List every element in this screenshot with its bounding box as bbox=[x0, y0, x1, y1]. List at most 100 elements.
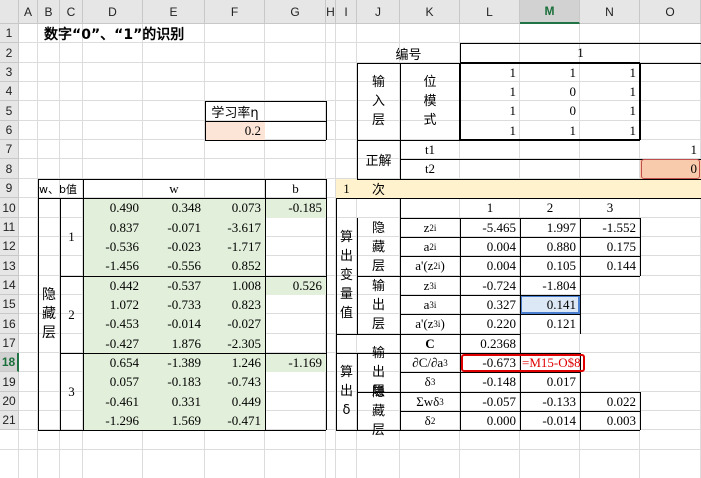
id-value[interactable]: 1 bbox=[460, 43, 701, 63]
row-header-21[interactable]: 21 bbox=[0, 411, 19, 430]
hidden-label[interactable]: 隐藏层 bbox=[357, 218, 400, 276]
pattern-cell[interactable]: 1 bbox=[460, 82, 520, 101]
pattern-cell[interactable]: 1 bbox=[460, 63, 520, 82]
row-header-7[interactable]: 7 bbox=[0, 140, 19, 159]
weight-cell[interactable]: -0.471 bbox=[205, 411, 265, 430]
output-value[interactable]: -1.804 bbox=[520, 276, 580, 295]
hidden-value[interactable]: 0.004 bbox=[460, 237, 520, 256]
weight-cell[interactable]: 0.449 bbox=[205, 392, 265, 411]
neuron-header[interactable]: 3 bbox=[580, 198, 640, 218]
iteration-label[interactable]: 次 bbox=[357, 179, 400, 198]
column-header-L[interactable]: L bbox=[460, 0, 520, 24]
weight-cell[interactable]: -0.733 bbox=[143, 295, 205, 314]
neuron-number[interactable]: 3 bbox=[60, 353, 83, 430]
column-header-I[interactable]: I bbox=[336, 0, 357, 24]
weight-cell[interactable]: -0.027 bbox=[205, 314, 265, 334]
delta-hidden-value[interactable]: -0.014 bbox=[520, 411, 580, 430]
hidden-value[interactable]: 0.105 bbox=[520, 256, 580, 276]
weight-cell[interactable]: 0.852 bbox=[205, 256, 265, 276]
row-header-15[interactable]: 15 bbox=[0, 295, 19, 314]
row-header-17[interactable]: 17 bbox=[0, 334, 19, 353]
pattern-cell[interactable]: 1 bbox=[580, 101, 640, 121]
delta-hidden-value[interactable]: -0.057 bbox=[460, 392, 520, 411]
row-header-13[interactable]: 13 bbox=[0, 256, 19, 276]
compute-vars-label[interactable]: 算出变量值 bbox=[336, 198, 357, 353]
spreadsheet[interactable]: A B C D E F G H I J K L M N O 1 2 3 4 5 6 7 8 9 10 11 12 13 14 15 16 17… bbox=[0, 0, 701, 478]
output-label[interactable]: 输出层 bbox=[357, 276, 400, 334]
row-header-16[interactable]: 16 bbox=[0, 314, 19, 334]
row-header-5[interactable]: 5 bbox=[0, 101, 19, 121]
weight-cell[interactable]: 1.246 bbox=[205, 353, 265, 372]
weight-cell[interactable]: 0.442 bbox=[83, 276, 143, 295]
hidden-value[interactable]: -5.465 bbox=[460, 218, 520, 237]
weight-cell[interactable]: 0.348 bbox=[143, 198, 205, 218]
hidden-value[interactable]: -1.552 bbox=[580, 218, 640, 237]
answer-label[interactable]: 正解 bbox=[357, 140, 400, 179]
column-header-D[interactable]: D bbox=[83, 0, 143, 24]
row-header-2[interactable]: 2 bbox=[0, 43, 19, 63]
delta-hidden-value[interactable]: 0.022 bbox=[580, 392, 640, 411]
delta-hidden-value[interactable]: 0.000 bbox=[460, 411, 520, 430]
weight-cell[interactable]: -0.023 bbox=[143, 237, 205, 256]
bias-cell[interactable]: -1.169 bbox=[265, 353, 326, 372]
hidden-layer-label[interactable]: 隐藏层 bbox=[38, 198, 60, 430]
weight-cell[interactable]: -0.071 bbox=[143, 218, 205, 237]
weight-cell[interactable]: -0.461 bbox=[83, 392, 143, 411]
column-header-F[interactable]: F bbox=[205, 0, 265, 24]
weight-cell[interactable]: 1.569 bbox=[143, 411, 205, 430]
weight-cell[interactable]: 0.823 bbox=[205, 295, 265, 314]
column-header-H[interactable]: H bbox=[326, 0, 336, 24]
row-header-19[interactable]: 19 bbox=[0, 372, 19, 392]
weight-cell[interactable]: -1.717 bbox=[205, 237, 265, 256]
hidden-row-label[interactable]: a'(z 2 i) bbox=[400, 256, 460, 276]
output-value[interactable]: -0.724 bbox=[460, 276, 520, 295]
row-header-9[interactable]: 9 bbox=[0, 179, 19, 198]
delta-hidden-row-label[interactable]: Σwδ 3 bbox=[400, 392, 460, 411]
row-header-1[interactable]: 1 bbox=[0, 24, 19, 43]
pattern-cell[interactable]: 1 bbox=[580, 82, 640, 101]
weight-cell[interactable]: -1.456 bbox=[83, 256, 143, 276]
column-header-G[interactable]: G bbox=[265, 0, 326, 24]
weight-cell[interactable]: -0.556 bbox=[143, 256, 205, 276]
delta-output-row-label[interactable]: ∂C/∂a 3 bbox=[400, 353, 460, 372]
row-header-4[interactable]: 4 bbox=[0, 82, 19, 101]
b-header[interactable]: b bbox=[265, 179, 326, 198]
column-header-K[interactable]: K bbox=[400, 0, 460, 24]
weight-cell[interactable]: 0.837 bbox=[83, 218, 143, 237]
output-row-label[interactable]: a'(z 3 i) bbox=[400, 314, 460, 334]
bias-cell[interactable]: 0.526 bbox=[265, 276, 326, 295]
row-header-8[interactable]: 8 bbox=[0, 159, 19, 179]
weight-cell[interactable]: -3.617 bbox=[205, 218, 265, 237]
output-value[interactable]: 0.141 bbox=[520, 295, 580, 314]
hidden-row-label[interactable]: z2i bbox=[400, 218, 460, 237]
weight-cell[interactable]: 0.490 bbox=[83, 198, 143, 218]
column-header-N[interactable]: N bbox=[580, 0, 640, 24]
weight-cell[interactable]: -1.296 bbox=[83, 411, 143, 430]
iteration-value[interactable]: 1 bbox=[336, 179, 357, 198]
weight-cell[interactable]: 1.876 bbox=[143, 334, 205, 353]
column-header-A[interactable]: A bbox=[19, 0, 38, 24]
cost-label[interactable]: C bbox=[400, 334, 460, 353]
output-row-label[interactable]: z3i bbox=[400, 276, 460, 295]
pattern-cell[interactable]: 1 bbox=[520, 63, 580, 82]
t1-label[interactable]: t1 bbox=[400, 140, 460, 159]
bias-cell[interactable]: -0.185 bbox=[265, 198, 326, 218]
weight-cell[interactable]: -0.537 bbox=[143, 276, 205, 295]
column-header-M[interactable]: M bbox=[520, 0, 580, 24]
t1-value[interactable]: 1 bbox=[640, 140, 701, 159]
learning-rate-value[interactable]: 0.2 bbox=[205, 121, 265, 140]
pattern-cell[interactable]: 1 bbox=[580, 121, 640, 140]
compute-delta-label[interactable]: 算出δ bbox=[336, 353, 357, 430]
weight-cell[interactable]: 0.057 bbox=[83, 372, 143, 392]
delta-output-value[interactable]: -0.148 bbox=[460, 372, 520, 392]
t2-label[interactable]: t2 bbox=[400, 159, 460, 179]
sheet-title[interactable]: 数字“0”、“1”的识别 bbox=[40, 24, 316, 43]
hidden-value[interactable]: 0.144 bbox=[580, 256, 640, 276]
weight-cell[interactable]: -0.427 bbox=[83, 334, 143, 353]
hidden-value[interactable]: 0.004 bbox=[460, 256, 520, 276]
delta-hidden-value[interactable]: 0.003 bbox=[580, 411, 640, 430]
output-value[interactable]: 0.121 bbox=[520, 314, 580, 334]
weight-cell[interactable]: -0.453 bbox=[83, 314, 143, 334]
hidden-row-label[interactable]: a2i bbox=[400, 237, 460, 256]
pattern-cell[interactable]: 1 bbox=[580, 63, 640, 82]
